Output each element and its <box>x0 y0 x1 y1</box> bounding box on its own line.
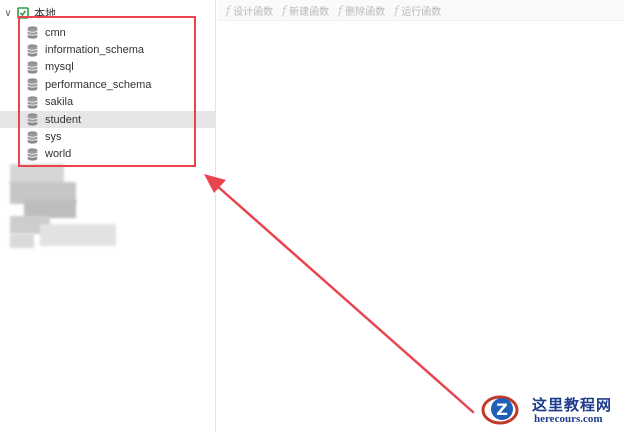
watermark-logo-icon: Z <box>481 395 519 425</box>
watermark-url: herecours.com <box>534 413 603 425</box>
annotation-arrow <box>204 174 475 414</box>
site-watermark: Z 这里教程网 herecours.com <box>474 388 624 432</box>
watermark-title: 这里教程网 <box>532 396 613 414</box>
svg-text:Z: Z <box>496 400 508 419</box>
